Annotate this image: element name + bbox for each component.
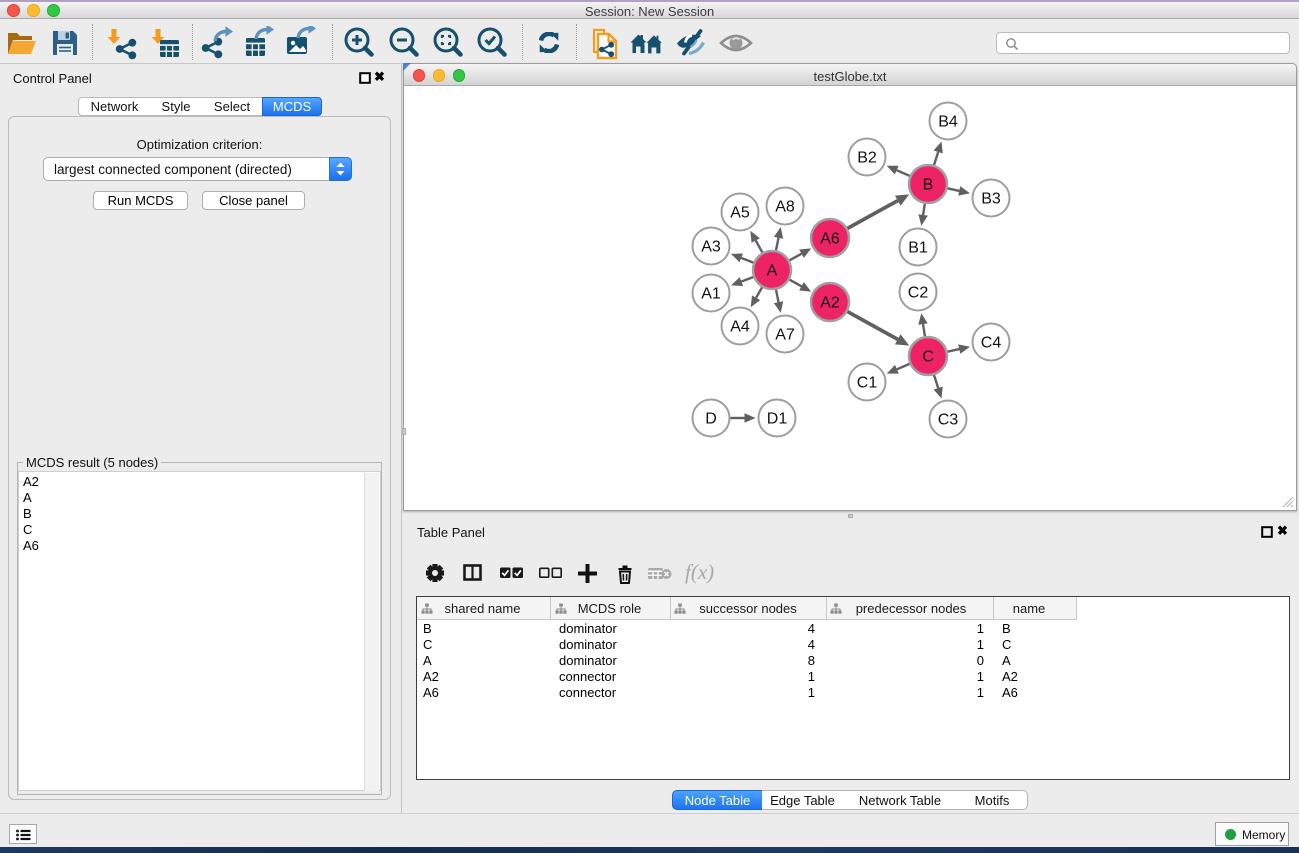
svg-text:A: A <box>767 263 778 280</box>
svg-text:C1: C1 <box>857 375 878 392</box>
svg-text:B1: B1 <box>908 240 928 257</box>
svg-text:C3: C3 <box>938 412 959 429</box>
svg-text:B: B <box>923 177 934 194</box>
svg-text:B4: B4 <box>938 114 958 131</box>
svg-text:A7: A7 <box>775 327 795 344</box>
svg-text:A4: A4 <box>730 319 750 336</box>
svg-text:A8: A8 <box>775 199 795 216</box>
svg-text:B2: B2 <box>857 150 877 167</box>
svg-text:B3: B3 <box>981 191 1001 208</box>
svg-text:A1: A1 <box>701 286 721 303</box>
svg-text:A2: A2 <box>820 295 840 312</box>
svg-text:A3: A3 <box>701 239 721 256</box>
svg-text:C: C <box>922 349 934 366</box>
svg-text:D: D <box>705 411 717 428</box>
svg-text:A5: A5 <box>730 205 750 222</box>
svg-text:C4: C4 <box>981 335 1002 352</box>
svg-text:A6: A6 <box>820 231 840 248</box>
svg-text:D1: D1 <box>767 411 788 428</box>
svg-text:C2: C2 <box>908 285 929 302</box>
